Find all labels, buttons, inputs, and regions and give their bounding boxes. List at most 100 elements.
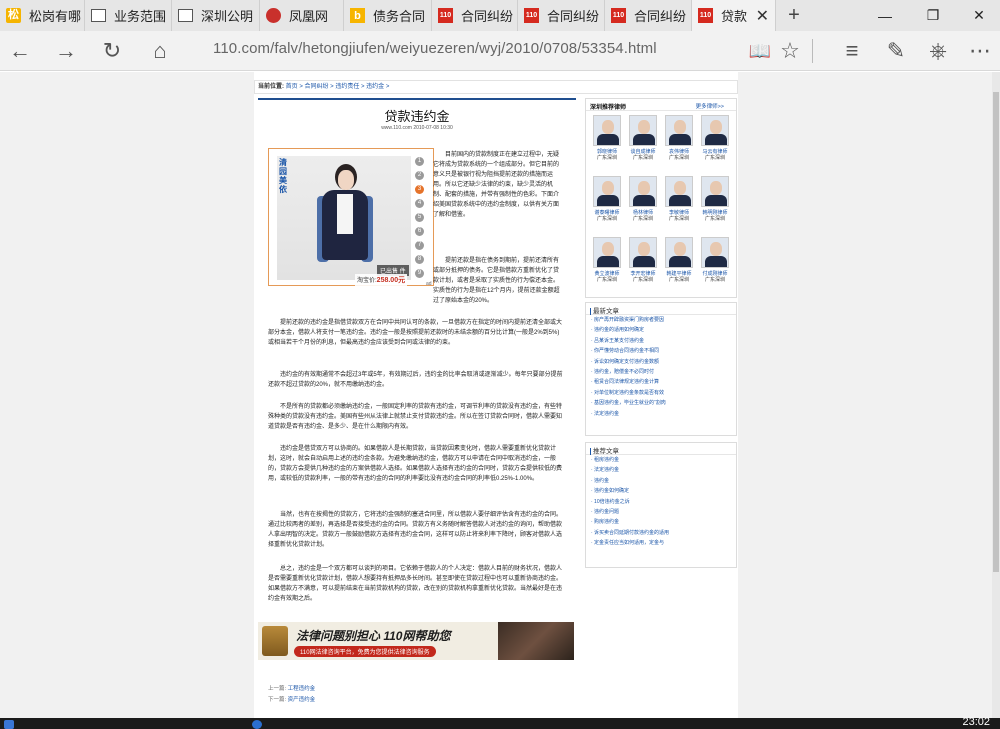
latest-article-link[interactable]: · 租赁合同法律规定违约金计算 xyxy=(586,377,736,387)
head xyxy=(710,120,722,134)
close-tab-icon[interactable]: ✕ xyxy=(750,6,769,26)
lawyer-photo[interactable] xyxy=(665,237,693,268)
promo-banner[interactable]: 法律问题别担心 110网帮助您 110网法律咨询平台，免费为您提供法律咨询服务 xyxy=(258,622,574,660)
lawyer-card[interactable]: 韩明刚律师 广东深圳 xyxy=(698,176,732,223)
lawyer-card[interactable]: 黄立波律师 广东深圳 xyxy=(590,237,624,284)
recommended-article-link[interactable]: · 定金责任应当如何适用，定金与 xyxy=(586,538,736,548)
home-button[interactable]: ⌂ xyxy=(140,31,180,71)
tab-0[interactable]: 松 松岗有哪 xyxy=(0,0,85,31)
tab-6[interactable]: 110 合同纠纷 xyxy=(518,0,605,31)
share-button[interactable]: ⎈ xyxy=(918,31,958,71)
ad-page-1[interactable]: 1 xyxy=(415,157,424,166)
tab-8-active[interactable]: 110 贷款 ✕ xyxy=(692,0,776,31)
ad-page-5[interactable]: 5 xyxy=(415,213,424,222)
forward-button[interactable]: → xyxy=(46,31,86,71)
recommended-header: 推荐文章 xyxy=(586,443,736,455)
lawyer-photo[interactable] xyxy=(593,237,621,268)
tab-7[interactable]: 110 合同纠纷 xyxy=(605,0,692,31)
ad-carousel[interactable]: 清园美依 已出售 件 淘宝价:258.00元 1 2 3 4 5 6 7 8 9 xyxy=(268,148,434,286)
minimize-button[interactable]: — xyxy=(862,0,908,31)
tab-2[interactable]: 深圳公明 xyxy=(172,0,260,31)
bing-icon: b xyxy=(350,8,365,23)
latest-article-link[interactable]: · 房产再开辟融资渠门购房者要因 xyxy=(586,315,736,325)
more-lawyers-link[interactable]: 更多律师>> xyxy=(696,102,724,110)
recommended-article-link[interactable]: · 诉买卖合同延期付款违约金的适用 xyxy=(586,528,736,538)
breadcrumb-path[interactable]: 首页 > 合同纠纷 > 违约责任 > 违约金 > xyxy=(286,84,390,90)
lawyer-card[interactable]: 郭晓律师 广东深圳 xyxy=(590,115,624,162)
recommended-article-link[interactable]: · 租房违约金 xyxy=(586,455,736,465)
refresh-button[interactable]: ↻ xyxy=(92,31,132,71)
recommended-article-link[interactable]: · 违约金 xyxy=(586,476,736,486)
next-article-link[interactable]: 资产违约金 xyxy=(288,697,316,703)
scrollbar-thumb[interactable] xyxy=(993,92,999,572)
shirt xyxy=(337,194,353,234)
head xyxy=(710,181,722,195)
recommended-article-link[interactable]: · 法定违约金 xyxy=(586,465,736,475)
ad-corner-mark[interactable]: ad xyxy=(426,281,432,287)
ad-page-6[interactable]: 6 xyxy=(415,227,424,236)
ad-page-9[interactable]: 9 xyxy=(415,269,424,278)
new-tab-button[interactable]: + xyxy=(776,0,812,31)
latest-article-link[interactable]: · 违约金，赔偿金不必同时付 xyxy=(586,367,736,377)
lawyer-card[interactable]: 付成刚律师 广东深圳 xyxy=(698,237,732,284)
site-110-icon: 110 xyxy=(611,8,626,23)
ad-photo[interactable]: 清园美依 已出售 件 淘宝价:258.00元 xyxy=(277,156,411,286)
lawyer-photo[interactable] xyxy=(701,237,729,268)
latest-article-link[interactable]: · 吕某诉王某支付违约金 xyxy=(586,336,736,346)
lawyer-photo[interactable] xyxy=(701,115,729,146)
close-window-button[interactable]: ✕ xyxy=(956,0,1000,31)
lawyer-card[interactable]: 谈自成律师 广东深圳 xyxy=(626,115,660,162)
favorites-button[interactable]: ☆ xyxy=(770,31,810,71)
hub-button[interactable]: ≡ xyxy=(832,31,872,71)
recommended-article-link[interactable]: · 购房违约金 xyxy=(586,517,736,527)
ad-page-8[interactable]: 8 xyxy=(415,255,424,264)
recommended-article-link[interactable]: · 违约金问题 xyxy=(586,507,736,517)
ad-page-2[interactable]: 2 xyxy=(415,171,424,180)
tab-3[interactable]: 凤凰网 xyxy=(260,0,344,31)
latest-article-link[interactable]: · 基因违约金，毕业生就业的“割肉 xyxy=(586,398,736,408)
lawyer-city: 广东深圳 xyxy=(704,277,725,283)
lawyer-photo[interactable] xyxy=(665,176,693,207)
tab-1[interactable]: 业务范围 xyxy=(85,0,172,31)
lawyer-photo[interactable] xyxy=(629,115,657,146)
maximize-button[interactable]: ❐ xyxy=(910,0,956,31)
lawyer-photo[interactable] xyxy=(629,176,657,207)
lawyer-photo[interactable] xyxy=(665,115,693,146)
navigation-bar: ← → ↻ ⌂ 110.com/falv/hetongjiufen/weiyue… xyxy=(0,31,1000,71)
lawyer-card[interactable]: 李敏律师 广东深圳 xyxy=(662,176,696,223)
address-bar[interactable]: 110.com/falv/hetongjiufen/weiyuezeren/wy… xyxy=(213,40,657,57)
prev-article-link[interactable]: 工程违约金 xyxy=(288,686,316,692)
tab-5[interactable]: 110 合同纠纷 xyxy=(432,0,518,31)
windows-start-icon[interactable] xyxy=(4,720,14,729)
lawyer-photo[interactable] xyxy=(701,176,729,207)
lawyer-card[interactable]: 杨林律师 广东深圳 xyxy=(626,176,660,223)
lawyer-card[interactable]: 谢泰曙律师 广东深圳 xyxy=(590,176,624,223)
latest-article-link[interactable]: · 违约金的适用如何确定 xyxy=(586,325,736,335)
ad-page-7[interactable]: 7 xyxy=(415,241,424,250)
more-button[interactable]: ⋯ xyxy=(960,31,1000,71)
latest-article-link[interactable]: · 法定违约金 xyxy=(586,409,736,419)
refresh-icon: ↻ xyxy=(102,38,122,63)
web-note-button[interactable]: ✎ xyxy=(876,31,916,71)
lawyer-card[interactable]: 韩建平律师 广东深圳 xyxy=(662,237,696,284)
lawyer-card[interactable]: 李开宏律师 广东深圳 xyxy=(626,237,660,284)
ad-page-3[interactable]: 3 xyxy=(415,185,424,194)
lawyer-photo[interactable] xyxy=(593,176,621,207)
page-icon xyxy=(91,9,106,22)
latest-article-link[interactable]: · 对单位制定违约金条款是否有效 xyxy=(586,388,736,398)
favicon-icon: 松 xyxy=(6,8,21,23)
latest-article-link[interactable]: · 你严懂劳动合同违约金不相同 xyxy=(586,346,736,356)
lawyer-card[interactable]: 袁伟律师 广东深圳 xyxy=(662,115,696,162)
latest-article-link[interactable]: · 诉讼如何确定支付违约金数额 xyxy=(586,357,736,367)
lawyer-card[interactable]: 马云有律师 广东深圳 xyxy=(698,115,732,162)
recommended-article-link[interactable]: · 违约金如何确定 xyxy=(586,486,736,496)
edge-taskbar-icon[interactable] xyxy=(252,720,262,729)
article-paragraph-6: 违约金是借贷双方可以协商的。如果借款人是长期贷款，当贷款因素变化时，借款人需要重… xyxy=(268,444,564,484)
article-paragraph-1: 目前国内的贷款制度正在建立过程中，无疑它将成为贷款系统的一个组成部分。但它目前的… xyxy=(433,150,563,220)
tab-4[interactable]: b 债务合同 xyxy=(344,0,432,31)
ad-page-4[interactable]: 4 xyxy=(415,199,424,208)
lawyer-photo[interactable] xyxy=(629,237,657,268)
lawyer-photo[interactable] xyxy=(593,115,621,146)
recommended-article-link[interactable]: · 10倍违约金之诉 xyxy=(586,497,736,507)
back-button[interactable]: ← xyxy=(0,31,40,71)
